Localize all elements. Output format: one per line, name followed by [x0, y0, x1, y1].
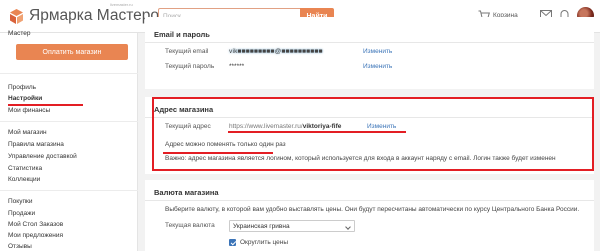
email-value: vik■■■■■■■■■@■■■■■■■■■■	[229, 48, 323, 55]
sidebar-divider	[0, 121, 138, 122]
shop-currency-section: Валюта магазина Выберите валюту, в котор…	[145, 180, 594, 251]
section-title: Валюта магазина	[154, 188, 219, 197]
sidebar-item-profile[interactable]: Профиль	[8, 84, 36, 91]
sidebar-item-collections[interactable]: Коллекции	[8, 176, 40, 183]
sidebar-item-purchases[interactable]: Покупки	[8, 198, 32, 205]
logo-icon[interactable]	[8, 8, 25, 25]
sidebar-role-label: Мастер	[8, 30, 31, 37]
password-label: Текущий пароль	[165, 63, 215, 70]
sidebar-item-sales[interactable]: Продажи	[8, 210, 35, 217]
pay-shop-button[interactable]: Оплатить магазин	[16, 44, 128, 60]
sidebar-item-delivery[interactable]: Управление доставкой	[8, 153, 77, 160]
sidebar-item-statistics[interactable]: Статистика	[8, 165, 42, 172]
highlight-underline-note	[163, 152, 273, 154]
current-currency-label: Текущая валюта	[165, 222, 215, 229]
currency-selected-value: Украинская гривна	[233, 223, 290, 230]
round-prices-label[interactable]: Округлить цены	[240, 239, 288, 246]
sidebar-item-shop-rules[interactable]: Правила магазина	[8, 141, 64, 148]
email-label: Текущий email	[165, 48, 209, 55]
round-prices-checkbox[interactable]	[229, 239, 236, 246]
sidebar: Мастер Оплатить магазин Профиль Настройк…	[0, 30, 138, 251]
highlight-box	[152, 97, 594, 171]
section-divider	[145, 42, 594, 43]
change-email-link[interactable]: Изменить	[363, 48, 392, 55]
email-password-section: Email и пароль Текущий email vik■■■■■■■■…	[145, 17, 594, 89]
section-title: Email и пароль	[154, 30, 210, 39]
sidebar-divider	[0, 190, 138, 191]
sidebar-item-order-table[interactable]: Мой Стол Заказов	[8, 221, 63, 228]
sidebar-divider	[0, 73, 138, 74]
chevron-down-icon	[345, 224, 351, 230]
highlight-underline-address	[228, 131, 406, 133]
sidebar-item-reviews[interactable]: Отзывы	[8, 243, 32, 250]
sidebar-item-my-shop[interactable]: Мой магазин	[8, 129, 47, 136]
logo-domain: livemaster.ru	[110, 2, 133, 7]
currency-description: Выберите валюту, в которой вам удобно вы…	[165, 206, 580, 213]
password-value: ******	[229, 63, 245, 70]
change-password-link[interactable]: Изменить	[363, 63, 392, 70]
sidebar-item-settings[interactable]: Настройки	[8, 95, 42, 102]
section-divider	[145, 200, 594, 201]
sidebar-item-finances[interactable]: Мои финансы	[8, 107, 50, 114]
highlight-underline-settings	[8, 104, 83, 106]
sidebar-item-offers[interactable]: Мои предложения	[8, 232, 63, 239]
currency-select[interactable]: Украинская гривна	[229, 220, 355, 232]
